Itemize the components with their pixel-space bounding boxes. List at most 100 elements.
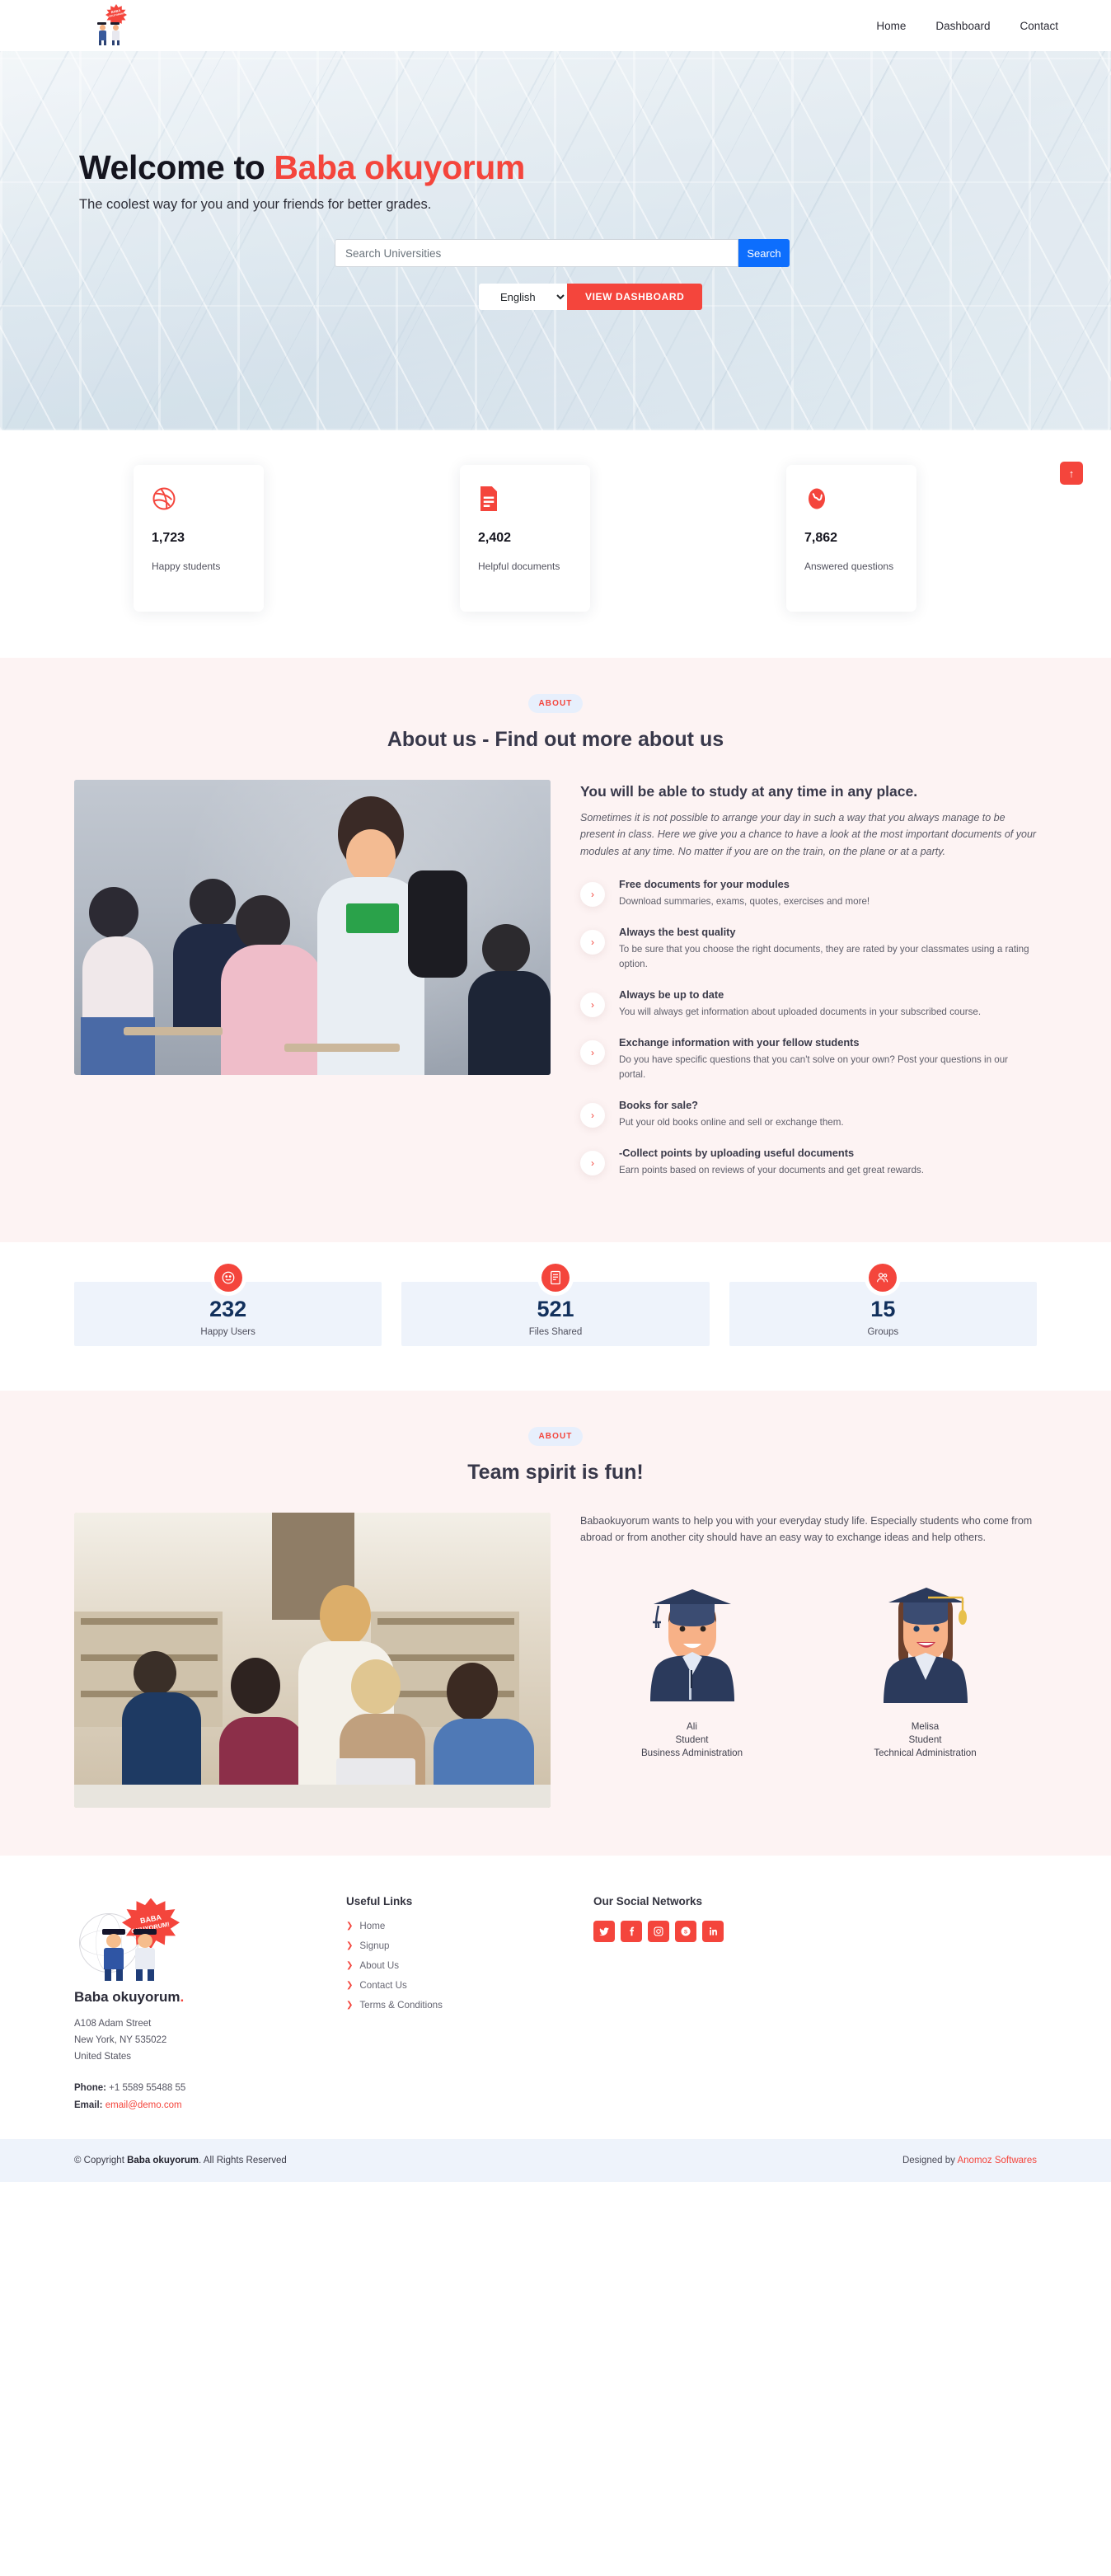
- footer-social-heading: Our Social Networks: [593, 1894, 703, 1907]
- feature-item[interactable]: › Books for sale? Put your old books onl…: [580, 1099, 1037, 1130]
- hero-search-row: Search: [335, 239, 790, 267]
- chevron-right-icon: ❯: [346, 1960, 354, 1970]
- hero-title: Welcome to Baba okuyorum: [79, 148, 1111, 187]
- footer-link-home[interactable]: ❯ Home: [346, 1921, 593, 1931]
- counter-value: 232: [209, 1297, 247, 1321]
- footer-logo[interactable]: BABA OKUYORUM!: [74, 1893, 198, 1984]
- feature-title: Books for sale?: [619, 1098, 699, 1111]
- chevron-right-icon: ❯: [346, 1921, 354, 1931]
- address-line: New York, NY 535022: [74, 2034, 167, 2045]
- footer-brand-column: BABA OKUYORUM! Baba okuyorum. A108 Adam …: [74, 1893, 346, 2115]
- chevron-right-icon: ❯: [346, 2000, 354, 2010]
- designer-link[interactable]: Anomoz Softwares: [957, 2156, 1037, 2165]
- feature-item[interactable]: › Free documents for your modules Downlo…: [580, 878, 1037, 909]
- footer-kid-right-icon: [132, 1928, 158, 1981]
- counter-label: Happy Users: [200, 1327, 255, 1337]
- team-section: ABOUT Team spirit is fun! Babaokuyorum w…: [0, 1390, 1111, 1856]
- team-pill-badge: ABOUT: [528, 1426, 583, 1446]
- nav-item-home[interactable]: Home: [876, 20, 906, 32]
- chevron-right-icon: ›: [580, 929, 605, 955]
- scroll-to-top-button[interactable]: ↑: [1060, 462, 1083, 485]
- stat-value: 1,723: [152, 531, 185, 545]
- footer-link-terms[interactable]: ❯ Terms & Conditions: [346, 2000, 593, 2011]
- feature-item[interactable]: › Exchange information with your fellow …: [580, 1036, 1037, 1082]
- footer-link-signup[interactable]: ❯ Signup: [346, 1940, 593, 1951]
- counter-value: 521: [537, 1297, 574, 1321]
- document-icon: [478, 486, 572, 519]
- member-department: Business Administration: [640, 1747, 743, 1758]
- address-line: United States: [74, 2051, 132, 2062]
- chevron-right-icon: ›: [580, 1102, 605, 1128]
- about-pill-badge: ABOUT: [528, 694, 583, 713]
- stats-section: 1,723 Happy students 2,402 Helpful docum…: [0, 430, 1111, 658]
- stat-value: 7,862: [804, 531, 838, 545]
- copyright-bar: © Copyright Baba okuyorum. All Rights Re…: [0, 2139, 1111, 2183]
- brand-logo[interactable]: BABA OKUYORUM!: [87, 4, 135, 47]
- language-select[interactable]: English: [479, 284, 567, 310]
- dribbble-icon: [152, 486, 246, 519]
- stat-card-helpful-documents[interactable]: 2,402 Helpful documents: [460, 465, 590, 612]
- logo-kid-left-icon: [97, 22, 107, 45]
- feature-title: Always be up to date: [619, 988, 724, 1001]
- search-button[interactable]: Search: [738, 239, 790, 267]
- phone-label: Phone:: [74, 2082, 106, 2093]
- counter-card-happy-users: 232 Happy Users: [74, 1263, 382, 1346]
- copyright-prefix: © Copyright: [74, 2156, 128, 2166]
- email-link[interactable]: email@demo.com: [105, 2100, 182, 2110]
- stat-card-happy-students[interactable]: 1,723 Happy students: [134, 465, 264, 612]
- chevron-right-icon: ›: [580, 1039, 605, 1065]
- copyright-suffix: . All Rights Reserved: [199, 2156, 287, 2166]
- phone-value: +1 5589 55488 55: [105, 2082, 186, 2093]
- about-lead-text: Sometimes it is not possible to arrange …: [580, 812, 1037, 857]
- linkedin-icon[interactable]: [702, 1920, 724, 1942]
- main-nav: Home Dashboard Contact: [876, 20, 1058, 32]
- footer-link-about-us[interactable]: ❯ About Us: [346, 1960, 593, 1971]
- search-input[interactable]: [335, 239, 738, 267]
- facebook-icon[interactable]: [621, 1920, 642, 1942]
- footer-link-label: About Us: [359, 1959, 400, 1971]
- svg-text:S: S: [684, 1929, 688, 1935]
- feature-item[interactable]: › Always the best quality To be sure tha…: [580, 926, 1037, 972]
- footer-link-contact-us[interactable]: ❯ Contact Us: [346, 1980, 593, 1991]
- hero-title-accent: Baba okuyorum: [274, 148, 525, 186]
- nav-item-dashboard[interactable]: Dashboard: [935, 20, 990, 32]
- team-member-card[interactable]: Ali Student Business Administration: [580, 1566, 804, 1758]
- twitter-icon[interactable]: [593, 1920, 615, 1942]
- feature-item[interactable]: › Always be up to date You will always g…: [580, 988, 1037, 1020]
- counter-card-groups: 15 Groups: [729, 1263, 1037, 1346]
- stat-label: Happy students: [152, 561, 221, 572]
- chevron-right-icon: ›: [580, 1150, 605, 1175]
- team-intro-text: Babaokuyorum wants to help you with your…: [580, 1514, 1033, 1544]
- view-dashboard-button[interactable]: VIEW DASHBOARD: [567, 284, 703, 310]
- about-heading: You will be able to study at any time in…: [580, 783, 918, 800]
- globe-icon: [804, 486, 898, 519]
- counter-card-files-shared: 521 Files Shared: [401, 1263, 710, 1346]
- footer-kid-left-icon: [101, 1928, 127, 1981]
- member-role: Student: [675, 1734, 709, 1745]
- chevron-right-icon: ›: [580, 881, 605, 907]
- member-role: Student: [908, 1734, 942, 1745]
- instagram-icon[interactable]: [648, 1920, 669, 1942]
- member-name: Melisa: [911, 1720, 940, 1732]
- hero-tagline: The coolest way for you and your friends…: [79, 197, 432, 212]
- stat-card-answered-questions[interactable]: 7,862 Answered questions: [786, 465, 916, 612]
- about-section: ABOUT About us - Find out more about us …: [0, 658, 1111, 1242]
- member-department: Technical Administration: [874, 1747, 977, 1758]
- member-name: Ali: [687, 1720, 697, 1732]
- social-links: S: [593, 1920, 1037, 1942]
- about-classroom-photo: [74, 780, 551, 1075]
- footer-link-label: Terms & Conditions: [359, 1999, 443, 2011]
- hero-cta-row: English VIEW DASHBOARD: [479, 284, 792, 310]
- footer-brand-dot: .: [180, 1988, 185, 2005]
- feature-text: Earn points based on reviews of your doc…: [619, 1164, 924, 1175]
- team-member-card[interactable]: Melisa Student Technical Administration: [813, 1566, 1037, 1758]
- footer-contact: Phone: +1 5589 55488 55 Email: email@dem…: [74, 2080, 346, 2115]
- copyright-text: © Copyright Baba okuyorum. All Rights Re…: [74, 2156, 287, 2165]
- group-icon: [869, 1263, 898, 1292]
- feature-title: -Collect points by uploading useful docu…: [619, 1146, 855, 1159]
- hero-title-prefix: Welcome to: [79, 148, 274, 186]
- nav-item-contact[interactable]: Contact: [1020, 20, 1058, 32]
- about-section-title: About us - Find out more about us: [387, 728, 724, 751]
- skype-icon[interactable]: S: [675, 1920, 696, 1942]
- feature-item[interactable]: › -Collect points by uploading useful do…: [580, 1147, 1037, 1178]
